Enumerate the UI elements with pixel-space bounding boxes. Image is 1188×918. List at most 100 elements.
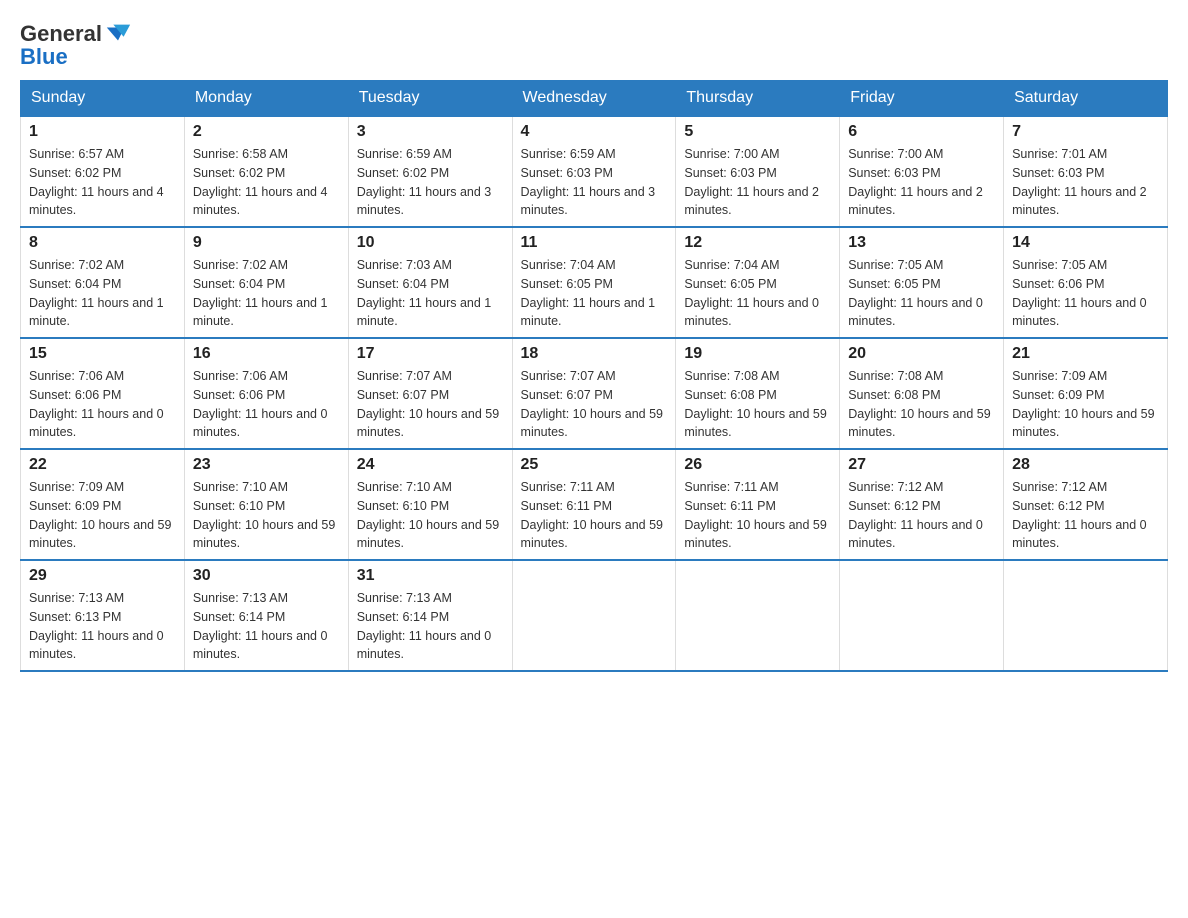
calendar-cell: 12 Sunrise: 7:04 AM Sunset: 6:05 PM Dayl…: [676, 227, 840, 338]
calendar-cell: 3 Sunrise: 6:59 AM Sunset: 6:02 PM Dayli…: [348, 116, 512, 227]
day-info: Sunrise: 6:59 AM Sunset: 6:03 PM Dayligh…: [521, 145, 668, 220]
day-info: Sunrise: 6:59 AM Sunset: 6:02 PM Dayligh…: [357, 145, 504, 220]
calendar-table: SundayMondayTuesdayWednesdayThursdayFrid…: [20, 80, 1168, 672]
calendar-cell: 21 Sunrise: 7:09 AM Sunset: 6:09 PM Dayl…: [1004, 338, 1168, 449]
day-info: Sunrise: 7:04 AM Sunset: 6:05 PM Dayligh…: [521, 256, 668, 331]
logo-icon: [104, 20, 132, 48]
day-info: Sunrise: 7:05 AM Sunset: 6:06 PM Dayligh…: [1012, 256, 1159, 331]
day-number: 28: [1012, 456, 1159, 474]
day-info: Sunrise: 7:13 AM Sunset: 6:13 PM Dayligh…: [29, 589, 176, 664]
calendar-cell: 6 Sunrise: 7:00 AM Sunset: 6:03 PM Dayli…: [840, 116, 1004, 227]
week-row-4: 22 Sunrise: 7:09 AM Sunset: 6:09 PM Dayl…: [21, 449, 1168, 560]
calendar-cell: 25 Sunrise: 7:11 AM Sunset: 6:11 PM Dayl…: [512, 449, 676, 560]
calendar-cell: 13 Sunrise: 7:05 AM Sunset: 6:05 PM Dayl…: [840, 227, 1004, 338]
day-number: 26: [684, 456, 831, 474]
weekday-header-saturday: Saturday: [1004, 81, 1168, 117]
calendar-cell: [512, 560, 676, 671]
calendar-cell: 26 Sunrise: 7:11 AM Sunset: 6:11 PM Dayl…: [676, 449, 840, 560]
calendar-cell: 18 Sunrise: 7:07 AM Sunset: 6:07 PM Dayl…: [512, 338, 676, 449]
day-number: 20: [848, 345, 995, 363]
calendar-cell: 28 Sunrise: 7:12 AM Sunset: 6:12 PM Dayl…: [1004, 449, 1168, 560]
calendar-cell: 11 Sunrise: 7:04 AM Sunset: 6:05 PM Dayl…: [512, 227, 676, 338]
day-info: Sunrise: 7:07 AM Sunset: 6:07 PM Dayligh…: [357, 367, 504, 442]
day-number: 17: [357, 345, 504, 363]
calendar-cell: 19 Sunrise: 7:08 AM Sunset: 6:08 PM Dayl…: [676, 338, 840, 449]
week-row-5: 29 Sunrise: 7:13 AM Sunset: 6:13 PM Dayl…: [21, 560, 1168, 671]
calendar-cell: 29 Sunrise: 7:13 AM Sunset: 6:13 PM Dayl…: [21, 560, 185, 671]
day-number: 2: [193, 123, 340, 141]
day-number: 24: [357, 456, 504, 474]
page-header: General Blue: [20, 20, 1168, 70]
calendar-cell: 4 Sunrise: 6:59 AM Sunset: 6:03 PM Dayli…: [512, 116, 676, 227]
calendar-cell: 16 Sunrise: 7:06 AM Sunset: 6:06 PM Dayl…: [184, 338, 348, 449]
calendar-cell: 17 Sunrise: 7:07 AM Sunset: 6:07 PM Dayl…: [348, 338, 512, 449]
day-number: 18: [521, 345, 668, 363]
day-number: 22: [29, 456, 176, 474]
day-number: 12: [684, 234, 831, 252]
day-info: Sunrise: 7:13 AM Sunset: 6:14 PM Dayligh…: [193, 589, 340, 664]
day-info: Sunrise: 7:03 AM Sunset: 6:04 PM Dayligh…: [357, 256, 504, 331]
day-number: 9: [193, 234, 340, 252]
day-number: 13: [848, 234, 995, 252]
day-info: Sunrise: 7:07 AM Sunset: 6:07 PM Dayligh…: [521, 367, 668, 442]
day-info: Sunrise: 7:02 AM Sunset: 6:04 PM Dayligh…: [29, 256, 176, 331]
calendar-cell: [1004, 560, 1168, 671]
calendar-cell: 27 Sunrise: 7:12 AM Sunset: 6:12 PM Dayl…: [840, 449, 1004, 560]
day-number: 16: [193, 345, 340, 363]
day-info: Sunrise: 7:11 AM Sunset: 6:11 PM Dayligh…: [684, 478, 831, 553]
calendar-cell: 9 Sunrise: 7:02 AM Sunset: 6:04 PM Dayli…: [184, 227, 348, 338]
week-row-1: 1 Sunrise: 6:57 AM Sunset: 6:02 PM Dayli…: [21, 116, 1168, 227]
weekday-header-row: SundayMondayTuesdayWednesdayThursdayFrid…: [21, 81, 1168, 117]
calendar-cell: 1 Sunrise: 6:57 AM Sunset: 6:02 PM Dayli…: [21, 116, 185, 227]
day-number: 10: [357, 234, 504, 252]
day-number: 8: [29, 234, 176, 252]
day-number: 11: [521, 234, 668, 252]
day-info: Sunrise: 7:12 AM Sunset: 6:12 PM Dayligh…: [1012, 478, 1159, 553]
day-info: Sunrise: 7:13 AM Sunset: 6:14 PM Dayligh…: [357, 589, 504, 664]
day-number: 14: [1012, 234, 1159, 252]
day-info: Sunrise: 7:08 AM Sunset: 6:08 PM Dayligh…: [684, 367, 831, 442]
calendar-cell: 23 Sunrise: 7:10 AM Sunset: 6:10 PM Dayl…: [184, 449, 348, 560]
day-number: 21: [1012, 345, 1159, 363]
day-info: Sunrise: 7:09 AM Sunset: 6:09 PM Dayligh…: [29, 478, 176, 553]
day-number: 23: [193, 456, 340, 474]
day-number: 25: [521, 456, 668, 474]
day-info: Sunrise: 7:08 AM Sunset: 6:08 PM Dayligh…: [848, 367, 995, 442]
day-number: 15: [29, 345, 176, 363]
day-info: Sunrise: 7:06 AM Sunset: 6:06 PM Dayligh…: [29, 367, 176, 442]
day-number: 27: [848, 456, 995, 474]
day-number: 30: [193, 567, 340, 585]
calendar-cell: 24 Sunrise: 7:10 AM Sunset: 6:10 PM Dayl…: [348, 449, 512, 560]
weekday-header-friday: Friday: [840, 81, 1004, 117]
day-info: Sunrise: 6:57 AM Sunset: 6:02 PM Dayligh…: [29, 145, 176, 220]
day-number: 3: [357, 123, 504, 141]
day-number: 31: [357, 567, 504, 585]
calendar-cell: 30 Sunrise: 7:13 AM Sunset: 6:14 PM Dayl…: [184, 560, 348, 671]
calendar-cell: [676, 560, 840, 671]
day-info: Sunrise: 7:01 AM Sunset: 6:03 PM Dayligh…: [1012, 145, 1159, 220]
calendar-cell: 7 Sunrise: 7:01 AM Sunset: 6:03 PM Dayli…: [1004, 116, 1168, 227]
calendar-cell: 20 Sunrise: 7:08 AM Sunset: 6:08 PM Dayl…: [840, 338, 1004, 449]
day-number: 4: [521, 123, 668, 141]
weekday-header-tuesday: Tuesday: [348, 81, 512, 117]
day-number: 6: [848, 123, 995, 141]
day-info: Sunrise: 7:05 AM Sunset: 6:05 PM Dayligh…: [848, 256, 995, 331]
weekday-header-monday: Monday: [184, 81, 348, 117]
day-number: 1: [29, 123, 176, 141]
day-info: Sunrise: 7:10 AM Sunset: 6:10 PM Dayligh…: [357, 478, 504, 553]
calendar-cell: 15 Sunrise: 7:06 AM Sunset: 6:06 PM Dayl…: [21, 338, 185, 449]
day-number: 19: [684, 345, 831, 363]
calendar-cell: 10 Sunrise: 7:03 AM Sunset: 6:04 PM Dayl…: [348, 227, 512, 338]
logo: General Blue: [20, 20, 132, 70]
day-info: Sunrise: 7:12 AM Sunset: 6:12 PM Dayligh…: [848, 478, 995, 553]
weekday-header-wednesday: Wednesday: [512, 81, 676, 117]
day-number: 5: [684, 123, 831, 141]
calendar-cell: 8 Sunrise: 7:02 AM Sunset: 6:04 PM Dayli…: [21, 227, 185, 338]
weekday-header-sunday: Sunday: [21, 81, 185, 117]
weekday-header-thursday: Thursday: [676, 81, 840, 117]
day-info: Sunrise: 7:09 AM Sunset: 6:09 PM Dayligh…: [1012, 367, 1159, 442]
day-info: Sunrise: 6:58 AM Sunset: 6:02 PM Dayligh…: [193, 145, 340, 220]
week-row-2: 8 Sunrise: 7:02 AM Sunset: 6:04 PM Dayli…: [21, 227, 1168, 338]
calendar-cell: 14 Sunrise: 7:05 AM Sunset: 6:06 PM Dayl…: [1004, 227, 1168, 338]
day-info: Sunrise: 7:00 AM Sunset: 6:03 PM Dayligh…: [848, 145, 995, 220]
